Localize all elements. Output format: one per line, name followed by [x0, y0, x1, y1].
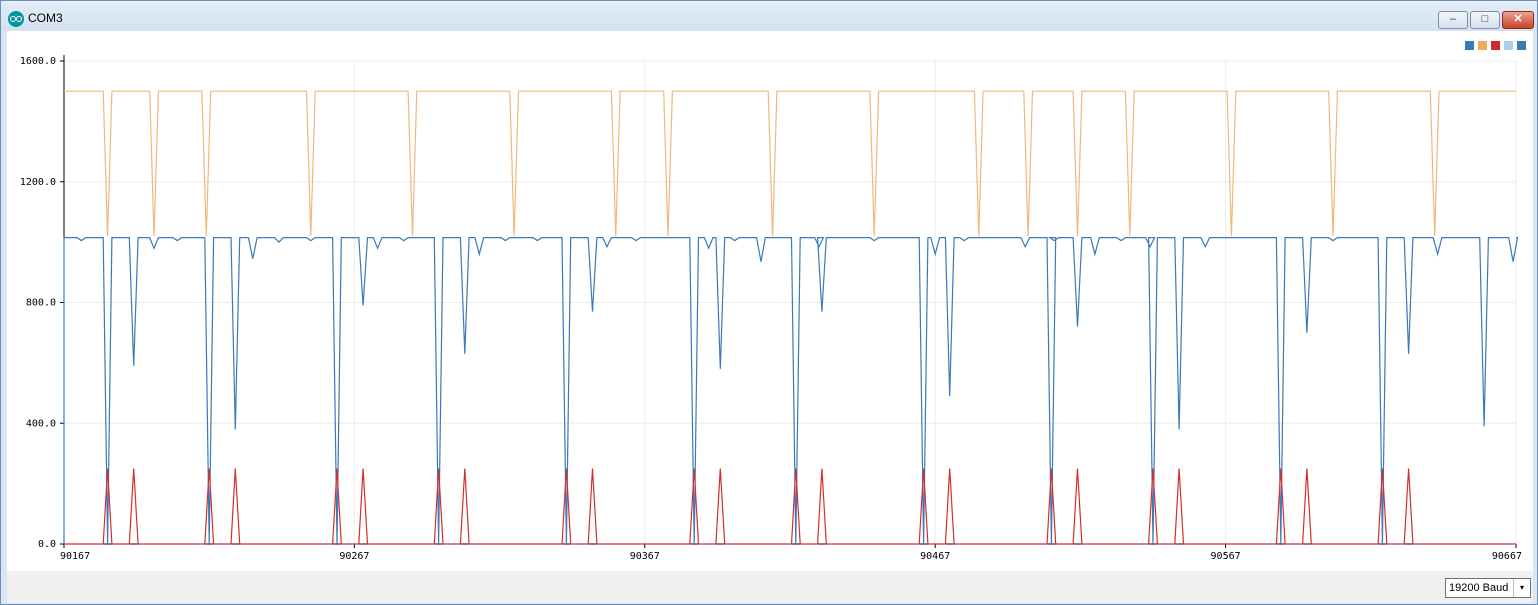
baud-rate-select[interactable]: 19200 Baud ▾ [1445, 578, 1531, 598]
x-tick-label: 90467 [920, 551, 950, 562]
legend-swatch [1491, 41, 1500, 50]
dropdown-arrow-icon: ▾ [1513, 579, 1530, 597]
close-button[interactable]: ✕ [1502, 11, 1534, 29]
line-chart: 0.0 400.0 800.0 1200.0 1600.0 90167 90267 90367… [20, 41, 1526, 562]
series-line-1 [64, 90, 1516, 237]
minimize-button[interactable]: – [1438, 11, 1468, 29]
x-tick-label: 90267 [339, 551, 369, 562]
legend-swatch [1504, 41, 1513, 50]
title-bar[interactable]: COM3 – □ ✕ [1, 1, 1537, 31]
baud-rate-value: 19200 Baud [1449, 582, 1509, 594]
y-tick-label: 0.0 [38, 539, 56, 550]
window-title: COM3 [28, 11, 63, 25]
status-bar: 19200 Baud ▾ [7, 571, 1533, 603]
x-tick-label: 90567 [1211, 551, 1241, 562]
y-tick-label: 400.0 [26, 418, 56, 429]
legend-swatch [1465, 41, 1474, 50]
legend-swatch [1478, 41, 1487, 50]
series-line-3 [64, 468, 1516, 545]
arduino-icon [8, 11, 24, 27]
legend-swatch [1517, 41, 1526, 50]
y-tick-label: 1200.0 [20, 177, 56, 188]
series-line-2 [63, 237, 1519, 545]
maximize-button[interactable]: □ [1470, 11, 1500, 29]
serial-plotter-window: COM3 – □ ✕ 0.0 400.0 800.0 1200.0 1600.0 9016… [0, 0, 1538, 605]
y-tick-label: 1600.0 [20, 56, 56, 67]
y-tick-label: 800.0 [26, 298, 56, 309]
x-tick-label: 90367 [630, 551, 660, 562]
plot-area: 0.0 400.0 800.0 1200.0 1600.0 90167 90267 90367… [7, 31, 1533, 571]
x-tick-label: 90167 [60, 551, 90, 562]
x-tick-label: 90667 [1492, 551, 1522, 562]
